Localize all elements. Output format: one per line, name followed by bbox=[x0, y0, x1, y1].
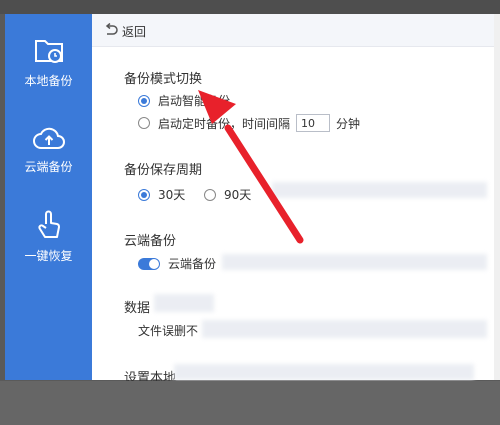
cloud-upload-icon bbox=[32, 127, 65, 149]
timed-backup-radio[interactable] bbox=[138, 117, 150, 129]
back-bar[interactable]: 返回 bbox=[92, 14, 500, 47]
sidebar-item-cloud-backup[interactable]: 云端备份 bbox=[5, 124, 92, 175]
data-sub-trail: 不 bbox=[186, 324, 199, 338]
interval-input[interactable]: 10 bbox=[296, 114, 331, 132]
smart-backup-radio[interactable] bbox=[138, 94, 150, 107]
cloud-section-title: 云端备份 bbox=[124, 234, 177, 249]
blurred-region bbox=[154, 294, 214, 312]
sidebar-item-local-backup[interactable]: 本地备份 bbox=[5, 36, 92, 89]
interval-unit: 分钟 bbox=[336, 116, 361, 131]
data-sub-row: 文件误删 不 bbox=[138, 322, 198, 339]
period-90-label: 90天 bbox=[224, 188, 252, 202]
cloud-backup-toggle-row[interactable]: 云端备份 bbox=[138, 255, 216, 272]
hand-tap-icon bbox=[37, 210, 60, 238]
window-top-strip bbox=[0, 0, 500, 14]
settings-panel: 返回 备份模式切换 启动智能备份 启动定时备份，时间间隔 10 分钟 备份保存周… bbox=[92, 14, 500, 386]
blurred-region bbox=[202, 320, 487, 338]
window-right-edge bbox=[494, 14, 500, 380]
cloud-backup-toggle[interactable] bbox=[138, 257, 160, 270]
period-90-radio[interactable] bbox=[204, 188, 216, 201]
period-90-option[interactable]: 90天 bbox=[204, 186, 251, 203]
period-30-label: 30天 bbox=[158, 188, 186, 202]
sidebar-item-label: 云端备份 bbox=[24, 160, 73, 174]
timed-backup-label: 启动定时备份，时间间隔 bbox=[158, 116, 291, 131]
folder-clock-icon bbox=[34, 40, 63, 63]
blurred-region bbox=[272, 182, 487, 198]
smart-backup-option[interactable]: 启动智能备份 bbox=[138, 92, 230, 109]
data-sub-label: 文件误删 bbox=[138, 324, 187, 338]
mode-section-title: 备份模式切换 bbox=[124, 72, 203, 87]
back-arrow-icon[interactable] bbox=[104, 23, 118, 37]
sidebar-item-label: 本地备份 bbox=[24, 74, 73, 88]
cloud-backup-toggle-label: 云端备份 bbox=[168, 257, 217, 271]
sidebar-item-label: 一键恢复 bbox=[24, 249, 73, 263]
period-section-title: 备份保存周期 bbox=[124, 163, 203, 178]
sidebar: 本地备份 云端备份 一键恢复 bbox=[5, 14, 92, 380]
timed-backup-option[interactable]: 启动定时备份，时间间隔 10 分钟 bbox=[138, 114, 360, 132]
sidebar-item-restore[interactable]: 一键恢复 bbox=[5, 209, 92, 264]
window-bottom-strip bbox=[0, 381, 500, 425]
period-30-option[interactable]: 30天 bbox=[138, 186, 185, 203]
blurred-region bbox=[222, 254, 487, 270]
smart-backup-label: 启动智能备份 bbox=[158, 94, 231, 108]
data-section-title: 数据 bbox=[124, 301, 151, 316]
period-30-radio[interactable] bbox=[138, 188, 150, 201]
back-label[interactable]: 返回 bbox=[122, 23, 146, 40]
blurred-region bbox=[174, 364, 474, 380]
